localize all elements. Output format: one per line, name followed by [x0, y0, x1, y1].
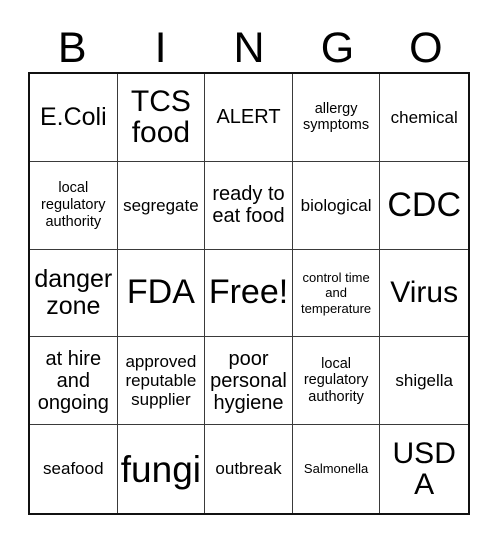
bingo-cell-label: TCS food — [130, 84, 191, 150]
bingo-cell-label: ALERT — [216, 106, 281, 129]
bingo-cell-label: ready to eat food — [212, 183, 285, 228]
bingo-cell-g3[interactable]: control time and temperature — [292, 249, 381, 338]
bingo-cell-o4[interactable]: shigella — [380, 337, 468, 426]
bingo-cell-o2[interactable]: CDC — [380, 161, 468, 250]
bingo-cell-free-space[interactable]: Free! — [205, 249, 293, 338]
bingo-cell-label: poor personal hygiene — [210, 347, 287, 414]
bingo-cell-n5[interactable]: outbreak — [205, 425, 293, 513]
bingo-cell-label: fungi — [120, 448, 201, 490]
bingo-cell-n1[interactable]: ALERT — [205, 74, 293, 162]
bingo-cell-label: biological — [300, 195, 372, 215]
bingo-header-letter-b: B — [57, 24, 87, 72]
bingo-grid: E.Coli TCS food ALERT allergy symptoms c… — [28, 72, 470, 515]
bingo-cell-label: control time and temperature — [301, 270, 372, 316]
bingo-cell-b2[interactable]: local regulatory authority — [30, 161, 118, 250]
bingo-cell-i4[interactable]: approved reputable supplier — [117, 337, 206, 426]
bingo-cell-label: USDA — [392, 436, 456, 502]
bingo-cell-label: FDA — [126, 273, 195, 312]
bingo-cell-n4[interactable]: poor personal hygiene — [205, 337, 293, 426]
bingo-cell-label: Free! — [208, 273, 289, 312]
bingo-header-letter-g: G — [320, 24, 355, 72]
bingo-cell-b5[interactable]: seafood — [30, 425, 118, 513]
bingo-cell-i3[interactable]: FDA — [117, 249, 206, 338]
bingo-cell-n2[interactable]: ready to eat food — [205, 161, 293, 250]
bingo-cell-b3[interactable]: danger zone — [30, 249, 118, 338]
bingo-cell-o3[interactable]: Virus — [380, 249, 468, 338]
bingo-cell-label: approved reputable supplier — [125, 351, 197, 410]
bingo-cell-b1[interactable]: E.Coli — [30, 74, 118, 162]
bingo-cell-label: E.Coli — [39, 102, 107, 131]
bingo-cell-i1[interactable]: TCS food — [117, 74, 206, 162]
bingo-cell-label: local regulatory authority — [41, 179, 106, 230]
bingo-cell-label: shigella — [395, 371, 454, 391]
bingo-cell-label: Virus — [390, 276, 459, 310]
bingo-header-row: B I N G O — [28, 14, 470, 72]
bingo-cell-label: segregate — [123, 195, 199, 215]
bingo-cell-label: chemical — [390, 107, 458, 127]
bingo-cell-o1[interactable]: chemical — [380, 74, 468, 162]
bingo-cell-g1[interactable]: allergy symptoms — [292, 74, 381, 162]
bingo-cell-label: danger zone — [34, 264, 113, 320]
bingo-cell-i2[interactable]: segregate — [117, 161, 206, 250]
bingo-cell-g4[interactable]: local regulatory authority — [292, 337, 381, 426]
bingo-cell-g2[interactable]: biological — [292, 161, 381, 250]
bingo-cell-g5[interactable]: Salmonella — [292, 425, 381, 513]
bingo-header-letter-o: O — [409, 24, 443, 72]
bingo-cell-i5[interactable]: fungi — [117, 425, 206, 513]
bingo-card: B I N G O E.Coli TCS food ALERT allergy … — [0, 0, 500, 544]
bingo-cell-label: outbreak — [215, 459, 282, 479]
bingo-cell-label: allergy symptoms — [303, 100, 370, 134]
bingo-header-letter-i: I — [154, 24, 167, 72]
bingo-header-letter-n: N — [233, 24, 265, 72]
bingo-cell-b4[interactable]: at hire and ongoing — [30, 337, 118, 426]
bingo-cell-label: at hire and ongoing — [37, 347, 109, 414]
bingo-cell-label: Salmonella — [303, 461, 369, 477]
bingo-cell-o5[interactable]: USDA — [380, 425, 468, 513]
bingo-cell-label: local regulatory authority — [303, 355, 369, 406]
bingo-cell-label: seafood — [43, 459, 104, 479]
bingo-cell-label: CDC — [387, 185, 462, 224]
